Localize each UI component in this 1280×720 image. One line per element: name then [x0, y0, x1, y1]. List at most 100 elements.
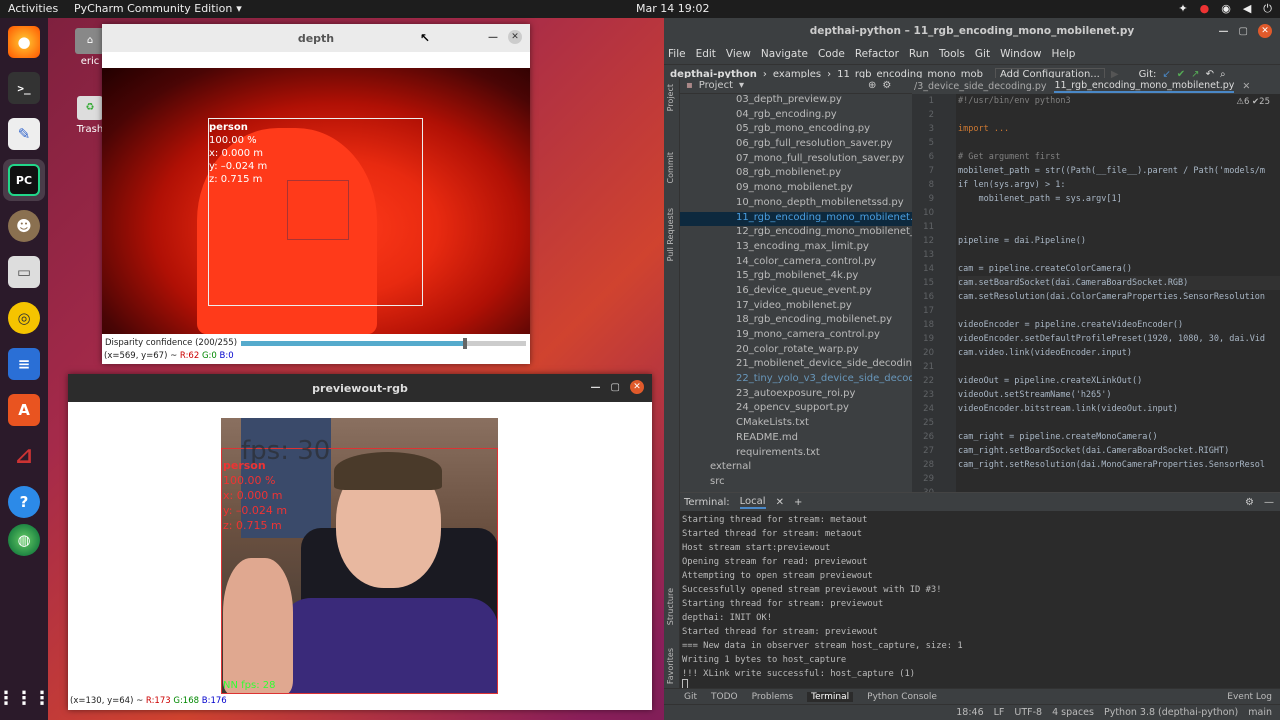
browser-icon[interactable]: ◍	[8, 524, 40, 556]
menu-window[interactable]: Window	[1000, 48, 1041, 60]
menu-refactor[interactable]: Refactor	[855, 48, 899, 60]
clock[interactable]: Mar 14 19:02	[636, 2, 709, 15]
network-icon[interactable]: ◉	[1221, 2, 1231, 16]
help-icon[interactable]: ?	[8, 486, 40, 518]
record-icon[interactable]: ●	[1200, 2, 1210, 16]
activities-button[interactable]: Activities	[8, 2, 58, 15]
tree-item[interactable]: 24_opencv_support.py	[680, 402, 912, 417]
status-encoding[interactable]: UTF-8	[1014, 707, 1042, 718]
side-tab-project[interactable]: Project	[666, 84, 675, 111]
status-interpreter[interactable]: Python 3.8 (depthai-python)	[1104, 707, 1238, 718]
minimize-icon[interactable]: —	[1219, 26, 1229, 37]
system-tray[interactable]: ✦ ● ◉ ◀ ⏻	[1178, 2, 1272, 16]
minimize-icon[interactable]: —	[488, 32, 498, 43]
tree-item[interactable]: 07_mono_full_resolution_saver.py	[680, 153, 912, 168]
tree-item[interactable]: 15_rgb_mobilenet_4k.py	[680, 270, 912, 285]
power-icon[interactable]: ⏻	[1263, 2, 1272, 16]
close-icon[interactable]: ✕	[776, 497, 784, 508]
bottom-tab-problems[interactable]: Problems	[752, 692, 793, 702]
tree-item[interactable]: 04_rgb_encoding.py	[680, 109, 912, 124]
app-red-icon[interactable]: ⊿	[8, 440, 40, 472]
menu-edit[interactable]: Edit	[696, 48, 716, 60]
bottom-tab-python-console[interactable]: Python Console	[867, 692, 937, 702]
slider-handle[interactable]	[463, 337, 468, 349]
menu-view[interactable]: View	[726, 48, 751, 60]
tree-item[interactable]: 17_video_mobilenet.py	[680, 300, 912, 315]
volume-icon[interactable]: ◀	[1243, 2, 1251, 16]
side-tab-commit[interactable]: Commit	[666, 152, 675, 183]
tree-item[interactable]: README.md	[680, 432, 912, 447]
locate-icon[interactable]: ⊕	[868, 80, 876, 91]
dropbox-icon[interactable]: ✦	[1178, 2, 1187, 16]
menu-help[interactable]: Help	[1051, 48, 1075, 60]
tree-item[interactable]: 13_encoding_max_limit.py	[680, 241, 912, 256]
tree-item[interactable]: 05_rgb_mono_encoding.py	[680, 123, 912, 138]
depth-window-titlebar[interactable]: depth ↖ — ✕	[102, 24, 530, 52]
tree-item[interactable]: src	[680, 476, 912, 491]
close-icon[interactable]: ✕	[508, 30, 522, 44]
app-menu[interactable]: PyCharm Community Edition ▾	[74, 2, 242, 15]
tree-item[interactable]: 22_tiny_yolo_v3_device_side_decoding.	[680, 373, 912, 388]
terminal-icon[interactable]: >_	[8, 72, 40, 104]
tree-item[interactable]: 23_autoexposure_roi.py	[680, 388, 912, 403]
tree-item[interactable]: CMakeLists.txt	[680, 417, 912, 432]
files-icon[interactable]: ▭	[8, 256, 40, 288]
close-icon[interactable]: ✕	[1258, 24, 1272, 38]
gimp-icon[interactable]: ☻	[8, 210, 40, 242]
project-dropdown[interactable]: Project	[699, 80, 733, 91]
tree-item[interactable]: 03_depth_preview.py	[680, 94, 912, 109]
bottom-tab-terminal[interactable]: Terminal	[807, 691, 854, 702]
side-tab-structure[interactable]: Structure	[666, 588, 675, 625]
hide-icon[interactable]: —	[1264, 497, 1274, 508]
bottom-tab-todo[interactable]: TODO	[711, 692, 738, 702]
menu-git[interactable]: Git	[975, 48, 990, 60]
maximize-icon[interactable]: ▢	[1239, 26, 1248, 37]
status-indent[interactable]: 4 spaces	[1052, 707, 1094, 718]
event-log-button[interactable]: Event Log	[1227, 692, 1272, 702]
status-position[interactable]: 18:46	[956, 707, 983, 718]
rhythmbox-icon[interactable]: ◎	[8, 302, 40, 334]
tab-active-file[interactable]: 11_rgb_encoding_mono_mobilenet.py	[1054, 80, 1235, 93]
minimize-icon[interactable]: —	[591, 382, 601, 393]
tree-item[interactable]: 19_mono_camera_control.py	[680, 329, 912, 344]
software-center-icon[interactable]: A	[8, 394, 40, 426]
tree-item[interactable]: 08_rgb_mobilenet.py	[680, 167, 912, 182]
tree-item[interactable]: 18_rgb_encoding_mobilenet.py	[680, 314, 912, 329]
rgb-window-titlebar[interactable]: previewout-rgb — ▢ ✕	[68, 374, 652, 402]
tree-item[interactable]: 12_rgb_encoding_mono_mobilenet_de	[680, 226, 912, 241]
tree-item[interactable]: requirements.txt	[680, 447, 912, 462]
show-apps-icon[interactable]: ⋮⋮⋮	[0, 682, 51, 714]
tree-item[interactable]: 06_rgb_full_resolution_saver.py	[680, 138, 912, 153]
code-view[interactable]: #!/usr/bin/env python3 import ... # Get ar…	[958, 94, 1280, 492]
menu-navigate[interactable]: Navigate	[761, 48, 808, 60]
tree-item[interactable]: 21_mobilenet_device_side_decoding.py	[680, 358, 912, 373]
tab-device-side-decoding[interactable]: /3_device_side_decoding.py	[914, 81, 1046, 92]
menu-run[interactable]: Run	[909, 48, 929, 60]
menu-tools[interactable]: Tools	[939, 48, 965, 60]
confidence-slider[interactable]	[241, 337, 526, 349]
tree-item[interactable]: external	[680, 461, 912, 476]
side-tab-pull-requests[interactable]: Pull Requests	[666, 208, 675, 261]
side-tab-favorites[interactable]: Favorites	[666, 648, 675, 684]
bottom-tab-git[interactable]: Git	[684, 692, 697, 702]
tree-item[interactable]: 16_device_queue_event.py	[680, 285, 912, 300]
tree-item[interactable]: 20_color_rotate_warp.py	[680, 344, 912, 359]
maximize-icon[interactable]: ▢	[611, 382, 620, 393]
terminal-tab-local[interactable]: Local	[739, 496, 766, 509]
status-git-branch[interactable]: main	[1248, 707, 1272, 718]
gear-icon[interactable]: ⚙	[882, 80, 891, 91]
terminal-output[interactable]: Starting thread for stream: metaout Start…	[680, 511, 1280, 683]
menu-file[interactable]: File	[668, 48, 686, 60]
close-icon[interactable]: ✕	[1242, 81, 1250, 92]
tree-item[interactable]: 09_mono_mobilenet.py	[680, 182, 912, 197]
tree-item[interactable]: 10_mono_depth_mobilenetssd.py	[680, 197, 912, 212]
tree-item[interactable]: 14_color_camera_control.py	[680, 256, 912, 271]
add-icon[interactable]: +	[794, 497, 802, 508]
firefox-icon[interactable]: ●	[8, 26, 40, 58]
menu-code[interactable]: Code	[818, 48, 845, 60]
pycharm-icon[interactable]: PC	[8, 164, 40, 196]
status-line-separator[interactable]: LF	[994, 707, 1005, 718]
text-editor-icon[interactable]: ✎	[8, 118, 40, 150]
document-icon[interactable]: ≡	[8, 348, 40, 380]
tree-item[interactable]: 11_rgb_encoding_mono_mobilenet.py	[680, 211, 912, 227]
